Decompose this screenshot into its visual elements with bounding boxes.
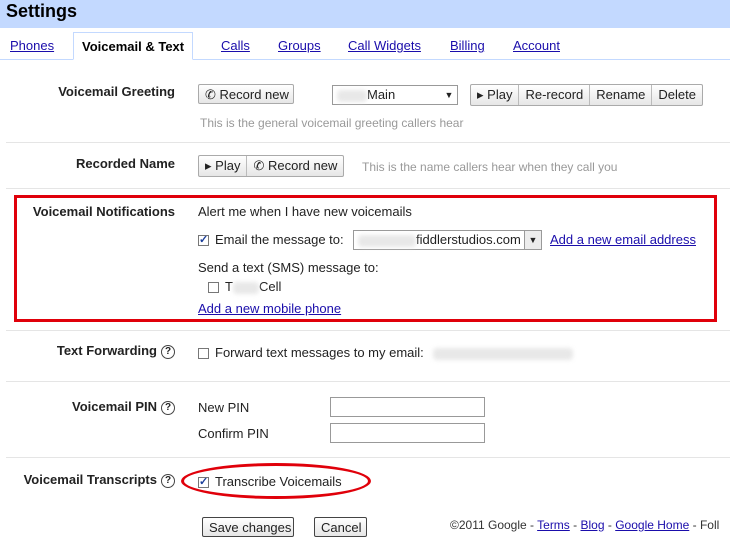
footer-trailing-text: Foll xyxy=(699,518,720,532)
highlight-oval xyxy=(181,463,371,499)
greeting-actions: ▸ Play Re-record Rename Delete xyxy=(470,84,703,106)
text-forwarding-row: Forward text messages to my email: xyxy=(198,345,574,360)
recorded-name-play-button[interactable]: ▸ Play xyxy=(199,156,246,176)
divider xyxy=(6,142,730,143)
text-forwarding-label-text: Text Forwarding xyxy=(56,343,157,358)
help-icon[interactable]: ? xyxy=(161,400,175,415)
play-icon: ▸ xyxy=(205,158,212,173)
blog-link[interactable]: Blog xyxy=(581,518,605,532)
tab-call-widgets[interactable]: Call Widgets xyxy=(348,38,421,53)
settings-header: Settings xyxy=(0,0,730,28)
footer: ©2011 Google - Terms - Blog - Google Hom… xyxy=(450,518,719,532)
save-changes-button[interactable]: Save changes xyxy=(202,517,294,537)
tab-account[interactable]: Account xyxy=(513,38,560,53)
greeting-delete-button[interactable]: Delete xyxy=(651,85,702,105)
voicemail-greeting-label: Voicemail Greeting xyxy=(58,84,175,99)
divider xyxy=(6,457,730,458)
divider xyxy=(6,188,730,189)
greeting-record-new-button[interactable]: ✆ Record new xyxy=(198,84,294,104)
recorded-name-play-label: Play xyxy=(215,158,241,173)
greeting-selected-value: Main xyxy=(367,87,396,102)
text-forwarding-label: Text Forwarding? xyxy=(20,343,175,359)
help-icon[interactable]: ? xyxy=(161,344,175,359)
voicemail-transcripts-label: Voicemail Transcripts? xyxy=(10,472,175,488)
tab-calls[interactable]: Calls xyxy=(221,38,250,53)
redacted-email xyxy=(433,347,574,360)
phone-icon: ✆ xyxy=(253,158,265,173)
greeting-record-new-label: Record new xyxy=(219,87,289,102)
help-icon[interactable]: ? xyxy=(161,473,175,488)
phone-icon: ✆ xyxy=(205,87,216,102)
redacted-text xyxy=(337,89,367,102)
tab-billing[interactable]: Billing xyxy=(450,38,485,53)
voicemail-transcripts-label-text: Voicemail Transcripts xyxy=(23,472,157,487)
footer-separator: - xyxy=(692,518,697,532)
google-home-link[interactable]: Google Home xyxy=(615,518,689,532)
divider xyxy=(6,330,730,331)
greeting-play-label: Play xyxy=(487,87,513,102)
copyright-text: ©2011 Google - xyxy=(450,518,535,532)
terms-link[interactable]: Terms xyxy=(537,518,570,532)
recorded-name-record-label: Record new xyxy=(267,158,338,173)
new-pin-input[interactable] xyxy=(330,397,485,417)
greeting-hint: This is the general voicemail greeting c… xyxy=(200,116,464,130)
tab-phones[interactable]: Phones xyxy=(10,38,54,53)
recorded-name-label: Recorded Name xyxy=(76,156,175,171)
divider xyxy=(6,381,730,382)
greeting-select[interactable]: Main ▼ xyxy=(332,85,458,105)
recorded-name-hint: This is the name callers hear when they … xyxy=(362,160,618,174)
confirm-pin-label: Confirm PIN xyxy=(198,426,269,441)
highlight-box xyxy=(14,195,717,322)
voicemail-pin-label-text: Voicemail PIN xyxy=(71,399,157,414)
new-pin-label: New PIN xyxy=(198,400,250,415)
confirm-pin-input[interactable] xyxy=(330,423,485,443)
recorded-name-actions: ▸ Play ✆ Record new xyxy=(198,155,345,177)
page-title: Settings xyxy=(6,1,78,21)
footer-separator: - xyxy=(573,518,578,532)
greeting-rename-button[interactable]: Rename xyxy=(589,85,651,105)
greeting-rerecord-button[interactable]: Re-record xyxy=(518,85,589,105)
text-forwarding-checkbox-label: Forward text messages to my email: xyxy=(215,345,424,360)
footer-separator: - xyxy=(607,518,612,532)
greeting-play-button[interactable]: ▸ Play xyxy=(471,85,518,105)
recorded-name-record-button[interactable]: ✆ Record new xyxy=(246,156,343,176)
tab-groups[interactable]: Groups xyxy=(278,38,321,53)
tab-voicemail-text[interactable]: Voicemail & Text xyxy=(73,32,194,60)
cancel-button[interactable]: Cancel xyxy=(314,517,367,537)
tab-bar: Phones Voicemail & Text Calls Groups Cal… xyxy=(0,32,730,60)
play-icon: ▸ xyxy=(477,87,484,102)
dropdown-arrow-icon: ▼ xyxy=(441,86,457,104)
text-forwarding-checkbox[interactable] xyxy=(198,348,209,360)
voicemail-pin-label: Voicemail PIN? xyxy=(20,399,175,415)
